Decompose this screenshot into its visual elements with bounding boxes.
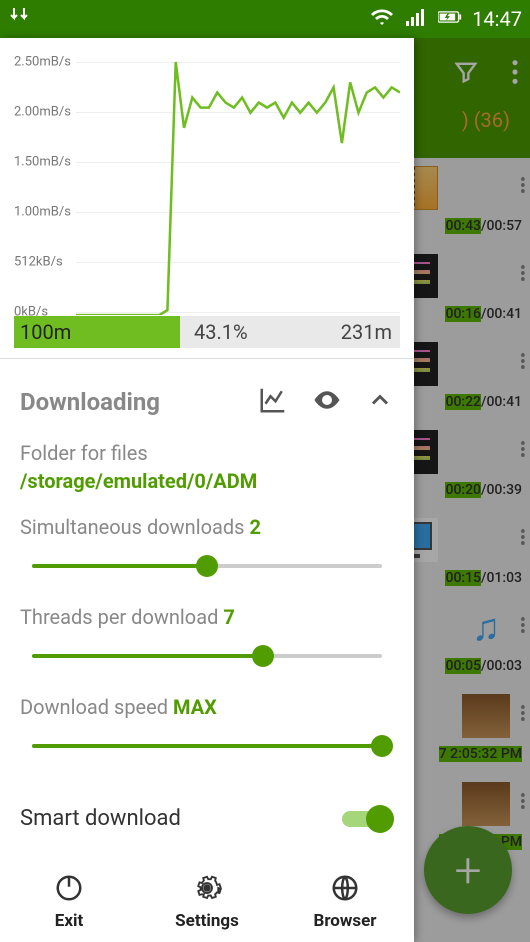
progress-done: 100m xyxy=(20,320,71,344)
battery-icon xyxy=(438,5,462,34)
settings-drawer: 2.50mB/s2.00mB/s1.50mB/s1.00mB/s512kB/s0… xyxy=(0,38,414,942)
nav-exit-label: Exit xyxy=(55,911,83,931)
visibility-icon[interactable] xyxy=(310,385,344,419)
nav-settings-label: Settings xyxy=(175,911,239,931)
progress-percent: 43.1% xyxy=(194,320,248,344)
progress-total: 231m xyxy=(341,320,392,344)
y-tick-label: 1.00mB/s xyxy=(14,205,71,220)
threads-label: Threads per download 7 xyxy=(20,605,394,629)
smart-download-toggle[interactable] xyxy=(342,805,394,833)
status-bar: 14:47 xyxy=(0,0,530,38)
speed-label: Download speed MAX xyxy=(20,695,394,719)
signal-icon xyxy=(404,5,428,34)
nav-browser-label: Browser xyxy=(313,911,376,931)
simultaneous-label: Simultaneous downloads 2 xyxy=(20,515,394,539)
smart-download-label: Smart download xyxy=(20,806,342,831)
nav-browser[interactable]: Browser xyxy=(276,863,414,942)
nav-settings[interactable]: Settings xyxy=(138,863,276,942)
download-progress-bar: 100m 43.1% 231m xyxy=(14,316,400,348)
section-header[interactable]: Downloading xyxy=(0,359,414,441)
y-tick-label: 1.50mB/s xyxy=(14,155,71,170)
wifi-icon xyxy=(370,5,394,34)
chart-toggle-icon[interactable] xyxy=(258,385,288,419)
download-indicator-icon xyxy=(8,5,32,34)
status-time: 14:47 xyxy=(472,7,522,31)
y-tick-label: 512kB/s xyxy=(14,255,63,270)
folder-path[interactable]: /storage/emulated/0/ADM xyxy=(20,469,394,493)
y-tick-label: 2.50mB/s xyxy=(14,55,71,70)
speed-chart: 2.50mB/s2.00mB/s1.50mB/s1.00mB/s512kB/s0… xyxy=(0,38,414,358)
threads-slider[interactable] xyxy=(32,643,382,669)
collapse-icon[interactable] xyxy=(366,386,394,418)
section-title: Downloading xyxy=(20,388,236,416)
folder-label: Folder for files xyxy=(20,441,394,465)
bottom-nav: Exit Settings Browser xyxy=(0,862,414,942)
y-tick-label: 2.00mB/s xyxy=(14,105,71,120)
simultaneous-slider[interactable] xyxy=(32,553,382,579)
speed-slider[interactable] xyxy=(32,733,382,759)
nav-exit[interactable]: Exit xyxy=(0,863,138,942)
